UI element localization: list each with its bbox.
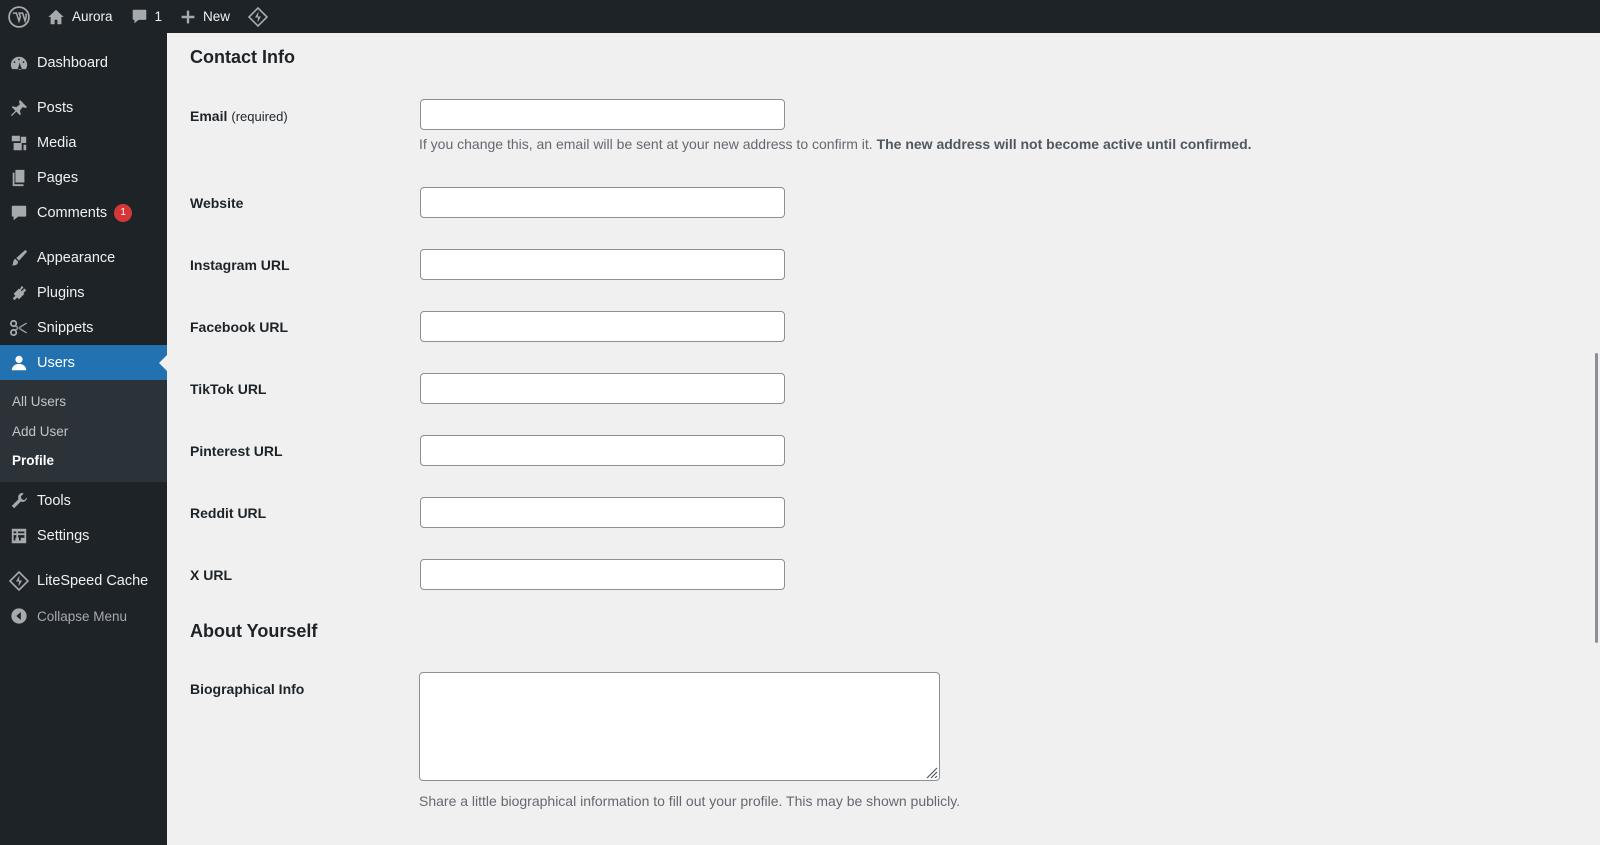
facebook-url-field[interactable] [420,311,785,342]
sidebar-item-settings[interactable]: Settings [0,519,167,554]
website-label: Website [190,195,244,211]
collapse-icon [0,607,36,625]
sidebar-item-appearance[interactable]: Appearance [0,240,167,275]
website-field[interactable] [420,187,785,218]
wordpress-logo-icon [8,5,30,28]
plus-icon [181,10,195,23]
email-field[interactable] [420,99,785,130]
admin-sidebar: Dashboard Posts Media Pages Comments 1 A… [0,33,167,845]
litespeed-admin-link[interactable] [239,0,277,33]
settings-icon [0,527,36,545]
sidebar-item-users[interactable]: Users [0,345,167,380]
contact-info-heading: Contact Info [190,47,295,67]
sidebar-item-litespeed-cache[interactable]: LiteSpeed Cache [0,564,167,599]
pin-icon [0,99,36,117]
x-url-label: X URL [190,567,232,583]
comments-badge: 1 [114,203,133,222]
collapse-menu-button[interactable]: Collapse Menu [0,599,167,634]
sidebar-item-snippets[interactable]: Snippets [0,310,167,345]
pages-icon [0,169,36,187]
email-description: If you change this, an email will be sen… [419,136,1252,152]
pinterest-url-field[interactable] [420,435,785,466]
tiktok-url-label: TikTok URL [190,381,267,397]
user-icon [0,354,36,372]
submenu-item-all-users[interactable]: All Users [0,387,167,417]
sidebar-item-label: Tools [37,493,71,509]
brush-icon [0,249,36,267]
page-scrollbar[interactable] [1595,353,1598,643]
x-url-field[interactable] [420,559,785,590]
sidebar-item-label: Dashboard [37,54,108,71]
sidebar-item-pages[interactable]: Pages [0,160,167,195]
users-submenu: All Users Add User Profile [0,380,167,482]
sidebar-item-label: LiteSpeed Cache [37,573,149,589]
site-name-link[interactable]: Aurora [38,0,122,33]
submenu-item-profile[interactable]: Profile [0,446,167,476]
new-content-link[interactable]: New [171,0,239,33]
litespeed-icon [0,571,36,591]
facebook-url-label: Facebook URL [190,319,289,335]
sidebar-item-dashboard[interactable]: Dashboard [0,45,167,80]
sidebar-item-label: Pages [37,169,79,186]
email-label: Email (required) [190,108,288,124]
comment-icon [0,204,36,222]
email-description-bold: The new address will not become active u… [876,136,1252,152]
submenu-item-add-user[interactable]: Add User [0,417,167,447]
reddit-url-field[interactable] [420,497,785,528]
wordpress-logo-menu[interactable] [0,0,38,33]
plugin-icon [0,284,36,302]
sidebar-item-label: Comments [37,204,108,221]
email-description-text: If you change this, an email will be sen… [419,136,873,152]
instagram-url-label: Instagram URL [190,257,290,273]
new-label: New [203,9,231,24]
resize-handle-icon[interactable] [924,765,938,779]
sidebar-item-posts[interactable]: Posts [0,90,167,125]
sidebar-item-label: Posts [37,99,74,116]
biographical-info-label: Biographical Info [190,681,305,697]
scissors-icon [0,319,36,337]
comments-link[interactable]: 1 [122,0,172,33]
site-name: Aurora [72,9,113,24]
sidebar-item-label: Settings [37,528,90,544]
sidebar-item-label: Snippets [37,319,94,336]
reddit-url-label: Reddit URL [190,505,267,521]
sidebar-item-media[interactable]: Media [0,125,167,160]
sidebar-item-comments[interactable]: Comments 1 [0,195,167,230]
home-icon [48,9,64,24]
comments-count: 1 [154,9,163,24]
email-label-text: Email [190,108,228,124]
biographical-info-textarea[interactable] [419,672,940,781]
sidebar-item-plugins[interactable]: Plugins [0,275,167,310]
instagram-url-field[interactable] [420,249,785,280]
wrench-icon [0,492,36,510]
email-required-note: (required) [231,109,288,124]
sidebar-item-label: Users [37,354,75,371]
dashboard-icon [0,54,36,72]
sidebar-item-label: Appearance [37,249,116,266]
sidebar-item-label: Plugins [37,284,85,301]
sidebar-item-tools[interactable]: Tools [0,484,167,519]
comment-icon [132,9,146,24]
profile-form: Contact Info Email (required) If you chan… [167,33,1600,845]
media-icon [0,134,36,152]
admin-bar: Aurora 1 New [0,0,1600,33]
about-yourself-heading: About Yourself [190,621,318,641]
biographical-info-description: Share a little biographical information … [419,793,961,809]
sidebar-item-label: Collapse Menu [37,608,128,624]
litespeed-icon [248,6,269,27]
sidebar-item-label: Media [37,134,77,151]
tiktok-url-field[interactable] [420,373,785,404]
pinterest-url-label: Pinterest URL [190,443,283,459]
